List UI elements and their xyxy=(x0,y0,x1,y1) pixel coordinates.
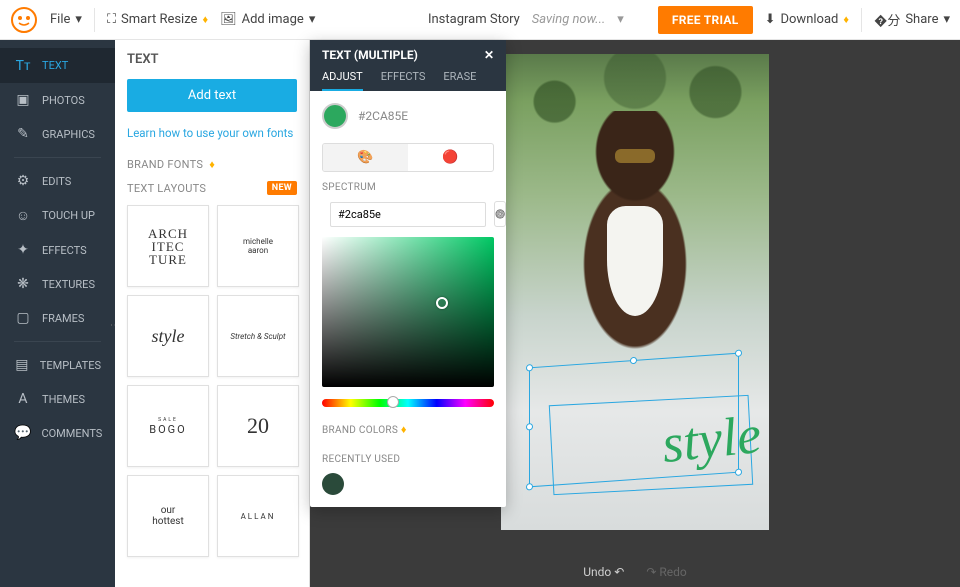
sidebar-item-comments[interactable]: 💬COMMENTS xyxy=(0,416,115,450)
share-icon: �分 xyxy=(874,10,900,29)
smart-resize[interactable]: ⛶Smart Resize♦ xyxy=(107,12,208,27)
undo-icon: ↶ xyxy=(614,565,624,579)
sidebar-item-edits[interactable]: ⚙EDITS xyxy=(0,164,115,198)
eyedropper-icon: 𖣐 xyxy=(495,207,505,222)
effects-icon: ✦ xyxy=(14,242,32,258)
hue-slider[interactable] xyxy=(322,399,494,407)
share-button[interactable]: �分Share▾ xyxy=(874,10,950,29)
palette-tab[interactable]: 🎨 xyxy=(323,144,408,171)
image-icon: 🖼 xyxy=(220,12,237,27)
brand-colors-label: BRAND COLORS ♦ xyxy=(322,423,494,436)
crown-icon: ♦ xyxy=(209,158,215,171)
sidebar-item-photos[interactable]: ▣PHOTOS xyxy=(0,83,115,117)
sidebar-item-frames[interactable]: ▢FRAMES xyxy=(0,301,115,335)
sidebar-item-touchup[interactable]: ☺TOUCH UP xyxy=(0,198,115,233)
templates-icon: ▤ xyxy=(14,357,30,373)
hue-thumb[interactable] xyxy=(387,396,399,408)
edits-icon: ⚙ xyxy=(14,173,32,189)
sidebar-item-effects[interactable]: ✦EFFECTS xyxy=(0,233,115,267)
divider xyxy=(14,341,101,342)
recent-color-swatch[interactable] xyxy=(322,473,344,495)
spectrum-label: SPECTRUM xyxy=(322,182,494,193)
graphics-icon: ✎ xyxy=(14,126,32,142)
spectrum-tab[interactable]: 🔴 xyxy=(408,144,493,171)
download-icon: ⬇ xyxy=(765,12,776,27)
divider xyxy=(14,157,101,158)
undo-redo-bar: Undo ↶ ↷ Redo xyxy=(583,565,687,579)
redo-button[interactable]: ↷ Redo xyxy=(646,565,686,579)
popup-title: TEXT (MULTIPLE) xyxy=(322,48,418,62)
current-color-hex: #2CA85E xyxy=(358,109,408,123)
resize-icon: ⛶ xyxy=(107,12,116,27)
doc-title: Instagram Story xyxy=(428,12,520,27)
text-element-style[interactable]: style xyxy=(659,403,764,475)
divider xyxy=(861,8,862,32)
text-icon: Tᴛ xyxy=(14,57,32,74)
download-button[interactable]: ⬇Download♦ xyxy=(765,12,849,27)
chevron-down-icon: ▾ xyxy=(943,12,950,27)
text-panel: TEXT Add text Learn how to use your own … xyxy=(115,40,310,587)
color-popup: TEXT (MULTIPLE) ✕ ADJUST EFFECTS ERASE #2… xyxy=(310,40,506,507)
crown-icon: ♦ xyxy=(202,13,208,26)
layout-card[interactable]: 20 xyxy=(217,385,299,467)
tab-erase[interactable]: ERASE xyxy=(443,70,476,91)
redo-icon: ↷ xyxy=(646,565,656,579)
file-menu[interactable]: File▾ xyxy=(50,12,82,27)
brand-fonts-label: BRAND FONTS♦ xyxy=(127,158,297,171)
crown-icon: ♦ xyxy=(843,13,849,26)
layout-card[interactable]: michelle aaron xyxy=(217,205,299,287)
sidebar-item-text[interactable]: TᴛTEXT xyxy=(0,48,115,83)
undo-button[interactable]: Undo ↶ xyxy=(583,565,624,579)
logo-icon xyxy=(10,6,38,34)
free-trial-button[interactable]: FREE TRIAL xyxy=(658,6,753,34)
chevron-down-icon: ▾ xyxy=(75,12,82,27)
tab-effects[interactable]: EFFECTS xyxy=(381,70,426,91)
layouts-grid: ARCH ITEC TURE michelle aaron style Stre… xyxy=(127,205,297,557)
sidebar: TᴛTEXT ▣PHOTOS ✎GRAPHICS ⚙EDITS ☺TOUCH U… xyxy=(0,40,115,587)
tab-adjust[interactable]: ADJUST xyxy=(322,70,363,91)
sidebar-item-textures[interactable]: ❋TEXTURES xyxy=(0,267,115,301)
layout-card[interactable]: Stretch & Sculpt xyxy=(217,295,299,377)
palette-icon: 🎨 xyxy=(357,150,373,165)
photos-icon: ▣ xyxy=(14,92,32,108)
text-layouts-label: TEXT LAYOUTSNEW xyxy=(127,181,297,195)
frames-icon: ▢ xyxy=(14,310,32,326)
touchup-icon: ☺ xyxy=(14,207,32,224)
panel-title: TEXT xyxy=(127,52,297,67)
layout-card[interactable]: SALEBOGO xyxy=(127,385,209,467)
layout-card[interactable]: our hottest xyxy=(127,475,209,557)
layout-card[interactable]: ARCH ITEC TURE xyxy=(127,205,209,287)
topbar: File▾ ⛶Smart Resize♦ 🖼Add image▾ Instagr… xyxy=(0,0,960,40)
recently-used-label: RECENTLY USED xyxy=(322,454,494,465)
picker-mode-tabs: 🎨 🔴 xyxy=(322,143,494,172)
themes-icon: A xyxy=(14,391,32,407)
gradient-cursor[interactable] xyxy=(436,297,448,309)
textures-icon: ❋ xyxy=(14,276,32,292)
sidebar-item-themes[interactable]: ATHEMES xyxy=(0,382,115,416)
add-text-button[interactable]: Add text xyxy=(127,79,297,112)
color-gradient-picker[interactable] xyxy=(322,237,494,387)
saving-status: Saving now... xyxy=(532,12,606,27)
canvas[interactable]: style xyxy=(501,54,769,530)
close-icon[interactable]: ✕ xyxy=(484,48,494,62)
spectrum-icon: 🔴 xyxy=(442,150,458,165)
layout-card[interactable]: ALLAN xyxy=(217,475,299,557)
current-color-swatch[interactable] xyxy=(322,103,348,129)
chevron-down-icon[interactable]: ▾ xyxy=(617,12,624,27)
learn-link[interactable]: Learn how to use your own fonts xyxy=(127,126,297,140)
chevron-down-icon: ▾ xyxy=(309,12,316,27)
comments-icon: 💬 xyxy=(14,425,31,441)
layout-card[interactable]: style xyxy=(127,295,209,377)
crown-icon: ♦ xyxy=(401,423,407,436)
sidebar-item-graphics[interactable]: ✎GRAPHICS xyxy=(0,117,115,151)
divider xyxy=(94,8,95,32)
new-badge: NEW xyxy=(267,181,297,195)
add-image[interactable]: 🖼Add image▾ xyxy=(220,12,315,27)
sidebar-item-templates[interactable]: ▤TEMPLATES xyxy=(0,348,115,382)
eyedropper-button[interactable]: 𖣐 xyxy=(494,201,506,227)
hex-input[interactable] xyxy=(330,202,486,227)
